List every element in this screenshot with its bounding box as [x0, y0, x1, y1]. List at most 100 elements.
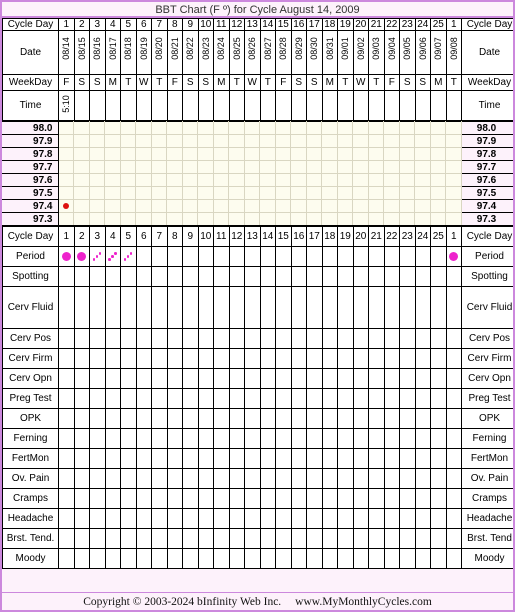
temp-cell-d10-97.3[interactable]: [197, 212, 214, 226]
cerv-firm-cell-17[interactable]: [306, 348, 323, 369]
temp-cell-d11-97.8[interactable]: [213, 147, 229, 161]
ov-pain-cell-21[interactable]: [368, 468, 385, 489]
cycle-day-cell-18[interactable]: 18: [321, 18, 338, 31]
temp-cell-d10-98.0[interactable]: [197, 121, 214, 135]
brst-tend-cell-1[interactable]: [58, 528, 75, 549]
spotting-cell-2[interactable]: [73, 266, 90, 287]
moody-cell-10[interactable]: [197, 548, 214, 569]
spotting-cell-23[interactable]: [399, 266, 416, 287]
period-cell-19[interactable]: [337, 246, 354, 267]
date-cell-6[interactable]: 08/19: [135, 30, 152, 75]
brst-tend-cell-25[interactable]: [430, 528, 447, 549]
date-cell-13[interactable]: 08/26: [244, 30, 261, 75]
temp-cell-d9-97.8[interactable]: [182, 147, 198, 161]
cramps-cell-26[interactable]: [445, 488, 462, 509]
headache-cell-13[interactable]: [244, 508, 261, 529]
cerv-opn-cell-3[interactable]: [89, 368, 106, 389]
temp-cell-d6-97.4[interactable]: [135, 199, 152, 213]
cerv-opn-cell-19[interactable]: [337, 368, 354, 389]
opk-cell-18[interactable]: [321, 408, 338, 429]
headache-cell-11[interactable]: [213, 508, 230, 529]
ov-pain-cell-20[interactable]: [352, 468, 369, 489]
period-cell-13[interactable]: [244, 246, 261, 267]
headache-cell-6[interactable]: [135, 508, 152, 529]
spotting-cell-5[interactable]: [120, 266, 137, 287]
fertmon-cell-24[interactable]: [414, 448, 431, 469]
cerv-pos-cell-12[interactable]: [228, 328, 245, 349]
temp-cell-d21-97.6[interactable]: [368, 173, 384, 187]
time-cell-11[interactable]: [213, 90, 230, 121]
cerv-fluid-cell-9[interactable]: [182, 286, 199, 329]
period-cell-14[interactable]: [259, 246, 276, 267]
date-cell-12[interactable]: 08/25: [228, 30, 245, 75]
cycle-day-cell-16[interactable]: 16: [290, 226, 307, 247]
weekday-cell-21[interactable]: T: [368, 74, 385, 91]
temp-cell-d14-97.8[interactable]: [259, 147, 276, 161]
temp-cell-d18-97.5[interactable]: [321, 186, 338, 200]
cerv-opn-cell-21[interactable]: [368, 368, 385, 389]
temp-cell-d8-97.9[interactable]: [166, 134, 183, 148]
temp-cell-d3-97.4[interactable]: [89, 199, 105, 213]
moody-cell-15[interactable]: [275, 548, 292, 569]
preg-test-cell-26[interactable]: [445, 388, 462, 409]
cerv-firm-cell-7[interactable]: [151, 348, 168, 369]
cerv-firm-cell-23[interactable]: [399, 348, 416, 369]
temp-cell-d22-97.7[interactable]: [383, 160, 400, 174]
time-cell-8[interactable]: [166, 90, 183, 121]
cerv-opn-cell-26[interactable]: [445, 368, 462, 389]
cerv-firm-cell-19[interactable]: [337, 348, 354, 369]
weekday-cell-4[interactable]: M: [104, 74, 121, 91]
temp-cell-d18-97.7[interactable]: [321, 160, 338, 174]
temp-cell-d5-97.5[interactable]: [120, 186, 136, 200]
cycle-day-cell-11[interactable]: 11: [213, 18, 230, 31]
temp-cell-d24-97.9[interactable]: [414, 134, 431, 148]
weekday-cell-8[interactable]: F: [166, 74, 183, 91]
ferning-cell-23[interactable]: [399, 428, 416, 449]
cerv-pos-cell-1[interactable]: [58, 328, 75, 349]
period-cell-7[interactable]: [151, 246, 168, 267]
moody-cell-11[interactable]: [213, 548, 230, 569]
cerv-pos-cell-20[interactable]: [352, 328, 369, 349]
cycle-day-cell-7[interactable]: 7: [151, 226, 168, 247]
cramps-cell-25[interactable]: [430, 488, 447, 509]
cerv-opn-cell-12[interactable]: [228, 368, 245, 389]
temp-cell-d9-97.6[interactable]: [182, 173, 198, 187]
temp-cell-d2-98.0[interactable]: [73, 121, 90, 135]
fertmon-cell-21[interactable]: [368, 448, 385, 469]
ov-pain-cell-25[interactable]: [430, 468, 447, 489]
brst-tend-cell-20[interactable]: [352, 528, 369, 549]
temp-cell-d15-97.9[interactable]: [275, 134, 291, 148]
temp-cell-d1-97.4[interactable]: [58, 199, 74, 213]
temp-cell-d17-97.5[interactable]: [306, 186, 322, 200]
cycle-day-cell-21[interactable]: 21: [368, 18, 385, 31]
period-cell-24[interactable]: [414, 246, 431, 267]
fertmon-cell-9[interactable]: [182, 448, 199, 469]
fertmon-cell-4[interactable]: [104, 448, 121, 469]
temp-cell-d7-97.7[interactable]: [151, 160, 167, 174]
cycle-day-cell-14[interactable]: 14: [259, 226, 276, 247]
temp-cell-d24-97.5[interactable]: [414, 186, 431, 200]
headache-cell-26[interactable]: [445, 508, 462, 529]
cycle-day-cell-3[interactable]: 3: [89, 18, 106, 31]
cramps-cell-10[interactable]: [197, 488, 214, 509]
weekday-cell-16[interactable]: S: [290, 74, 307, 91]
spotting-cell-7[interactable]: [151, 266, 168, 287]
time-cell-9[interactable]: [182, 90, 199, 121]
temp-cell-d2-97.8[interactable]: [73, 147, 90, 161]
temp-cell-d17-97.7[interactable]: [306, 160, 322, 174]
cerv-fluid-cell-10[interactable]: [197, 286, 214, 329]
temp-cell-d19-97.4[interactable]: [337, 199, 353, 213]
temp-cell-d25-97.4[interactable]: [430, 199, 446, 213]
cerv-firm-cell-11[interactable]: [213, 348, 230, 369]
brst-tend-cell-15[interactable]: [275, 528, 292, 549]
cycle-day-cell-5[interactable]: 5: [120, 226, 137, 247]
temp-cell-d6-97.5[interactable]: [135, 186, 152, 200]
brst-tend-cell-23[interactable]: [399, 528, 416, 549]
preg-test-cell-11[interactable]: [213, 388, 230, 409]
opk-cell-16[interactable]: [290, 408, 307, 429]
opk-cell-22[interactable]: [383, 408, 400, 429]
temp-cell-d24-97.8[interactable]: [414, 147, 431, 161]
period-cell-10[interactable]: [197, 246, 214, 267]
temp-cell-d6-97.8[interactable]: [135, 147, 152, 161]
weekday-cell-25[interactable]: M: [430, 74, 447, 91]
